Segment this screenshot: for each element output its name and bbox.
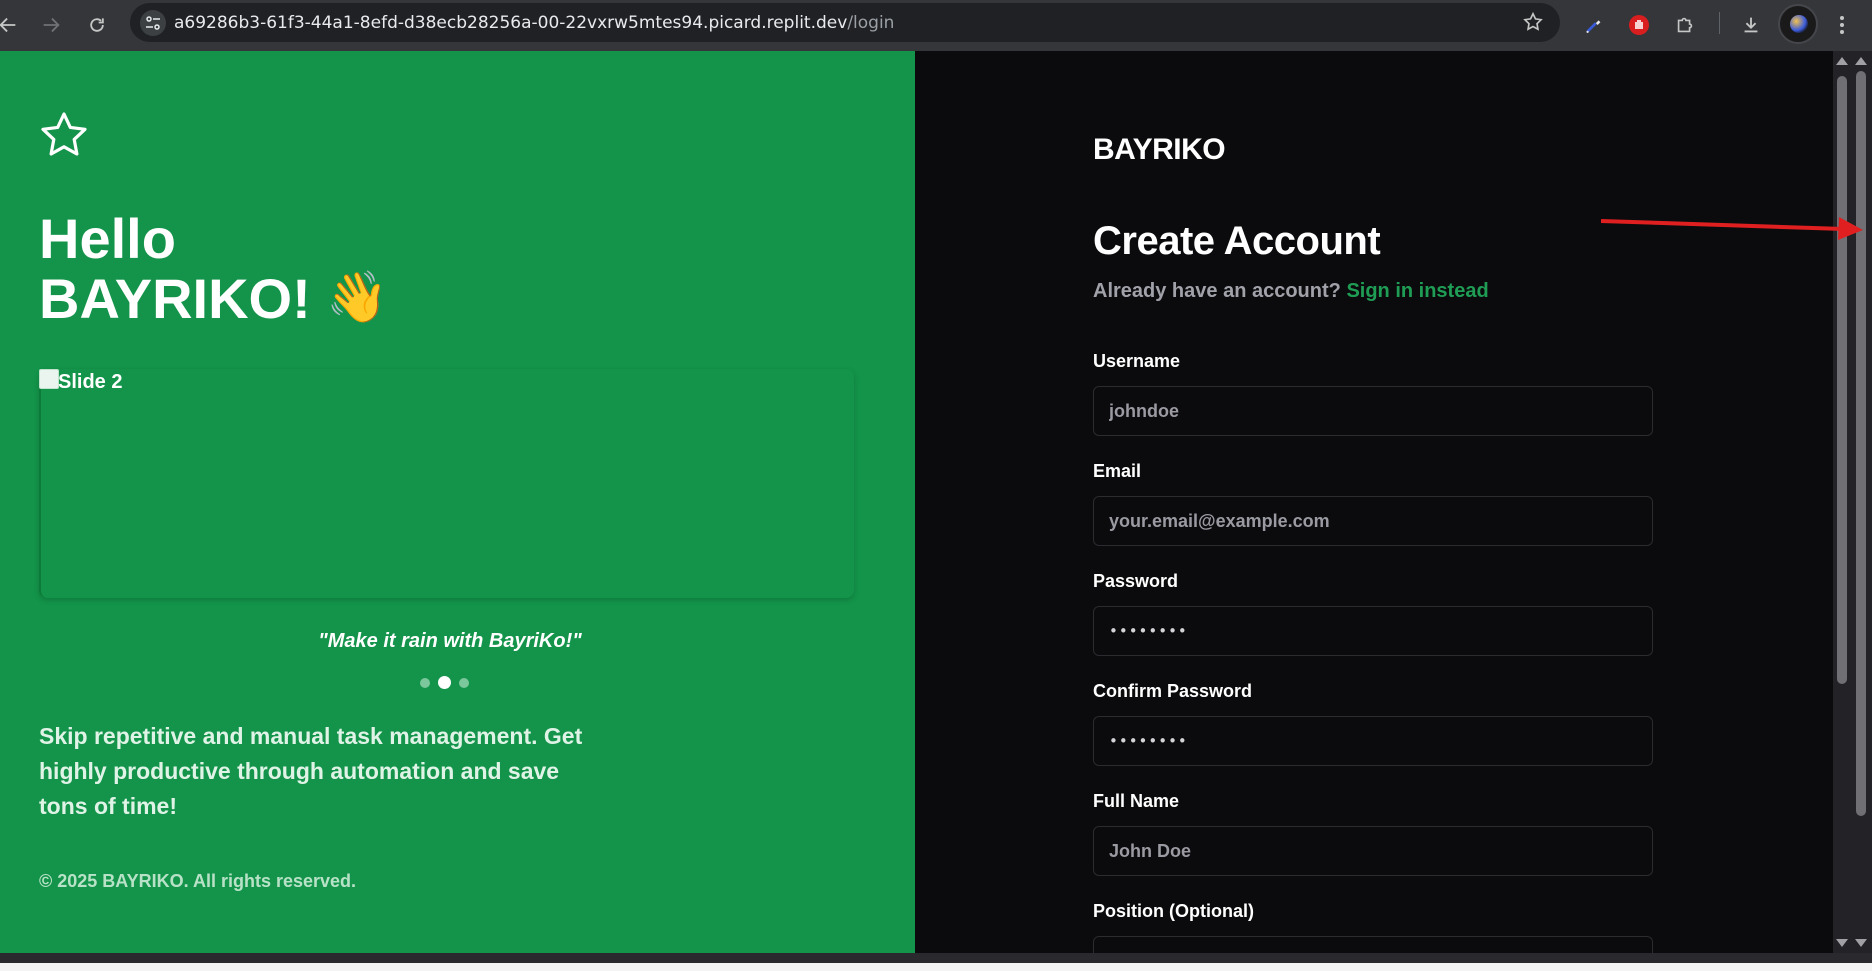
slide-image-alt: Slide 2 (58, 371, 123, 393)
username-input[interactable] (1093, 386, 1653, 436)
carousel-dot[interactable] (459, 677, 469, 688)
url-path: /login (847, 13, 895, 33)
scroll-down-arrow-icon[interactable] (1855, 939, 1867, 947)
bottom-edge (0, 963, 1872, 971)
carousel-dot[interactable] (420, 677, 430, 688)
url-text[interactable]: a69286b3-61f3-44a1-8efd-d38ecb28256a-00-… (174, 13, 894, 33)
password-input[interactable] (1093, 606, 1653, 656)
email-input[interactable] (1093, 496, 1653, 546)
toolbar-separator (1719, 12, 1720, 34)
password-label: Password (1093, 571, 1179, 591)
bookmark-star-icon[interactable] (1522, 11, 1544, 38)
bottom-border (0, 953, 1872, 963)
confirm-password-input[interactable] (1093, 716, 1653, 766)
carousel-dot-active[interactable] (438, 676, 451, 689)
hero-panel: Hello BAYRIKO! 👋 Slide 2 "Make it rain w… (0, 51, 915, 953)
annotation-arrow-icon (1599, 213, 1864, 248)
carousel-slide (39, 369, 854, 598)
carousel-dots (420, 676, 469, 689)
hero-greeting: Hello BAYRIKO! (39, 209, 311, 329)
scroll-up-arrow-icon[interactable] (1855, 57, 1867, 65)
browser-toolbar: a69286b3-61f3-44a1-8efd-d38ecb28256a-00-… (0, 0, 1872, 51)
hero-tagline: Skip repetitive and manual task manageme… (39, 723, 583, 819)
scroll-down-arrow-icon[interactable] (1836, 939, 1848, 947)
download-icon[interactable] (1735, 9, 1767, 41)
extensions-puzzle-icon[interactable] (1669, 9, 1701, 41)
star-logo-icon (39, 111, 89, 164)
form-title: Create Account (1093, 219, 1381, 263)
slide-quote: "Make it rain with BayriKo!" (318, 630, 582, 652)
confirm-password-label: Confirm Password (1093, 681, 1253, 701)
site-info-icon[interactable] (140, 10, 166, 36)
broken-image-icon (39, 369, 59, 389)
scrollbar-thumb[interactable] (1837, 76, 1847, 684)
greeting-line-2: BAYRIKO! (39, 267, 311, 330)
signup-panel: BAYRIKO Create Account Already have an a… (915, 51, 1833, 953)
subtitle-text: Already have an account? (1093, 280, 1341, 302)
wave-emoji: 👋 (326, 269, 389, 325)
scroll-up-arrow-icon[interactable] (1836, 57, 1848, 65)
reload-icon[interactable] (81, 9, 113, 41)
position-label: Position (Optional) (1093, 901, 1254, 921)
username-label: Username (1093, 351, 1181, 371)
full-name-label: Full Name (1093, 791, 1180, 811)
full-name-input[interactable] (1093, 826, 1653, 876)
copyright-text: © 2025 BAYRIKO. All rights reserved. (39, 871, 357, 891)
profile-avatar[interactable] (1778, 4, 1818, 44)
address-bar[interactable]: a69286b3-61f3-44a1-8efd-d38ecb28256a-00-… (130, 3, 1560, 42)
menu-dots-icon[interactable] (1826, 9, 1858, 41)
page-viewport: Hello BAYRIKO! 👋 Slide 2 "Make it rain w… (0, 51, 1872, 953)
eyedropper-icon[interactable] (1578, 9, 1610, 41)
back-icon[interactable] (0, 9, 24, 41)
extension-stop-icon[interactable] (1623, 9, 1655, 41)
position-input[interactable] (1093, 936, 1653, 953)
scrollbar-thumb[interactable] (1856, 71, 1866, 816)
greeting-line-1: Hello (39, 207, 176, 270)
forward-icon[interactable] (35, 9, 67, 41)
email-label: Email (1093, 461, 1142, 481)
avatar-image (1790, 15, 1808, 33)
brand-name: BAYRIKO (1093, 133, 1226, 166)
url-host: a69286b3-61f3-44a1-8efd-d38ecb28256a-00-… (174, 13, 848, 33)
sign-in-link[interactable]: Sign in instead (1346, 280, 1488, 302)
form-subtitle: Already have an account? Sign in instead (1093, 280, 1489, 303)
